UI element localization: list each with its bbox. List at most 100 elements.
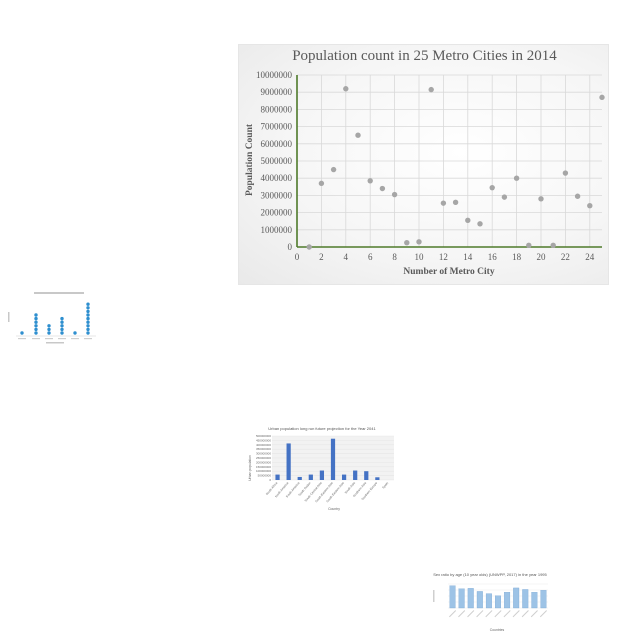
urban-bar (330, 438, 336, 480)
dot-mark (86, 306, 90, 310)
dot-stack-thumbnail (6, 290, 102, 348)
y-axis-title: Population Count (245, 123, 255, 196)
sex-ratio-bar (513, 587, 520, 609)
x-axis-title: Number of Metro City (403, 267, 494, 277)
dot-mark (86, 309, 90, 314)
urban-y-tick: 400000000 (256, 443, 271, 447)
urban-y-axis-title: Urban population (248, 455, 252, 481)
chart-title: Population count in 25 Metro Cities in 2… (292, 48, 557, 64)
urban-y-tick: 450000000 (256, 438, 271, 442)
x-tick-label: 8 (392, 252, 397, 262)
urban-bar (275, 474, 280, 480)
y-tick-label: 9000000 (261, 87, 293, 97)
data-point (404, 240, 410, 246)
dot-mark (86, 320, 90, 324)
sex-ratio-ylabel-placeholder (433, 590, 435, 602)
dot-mark (73, 331, 77, 335)
dot-mark (20, 331, 24, 335)
urban-y-tick: 50000000 (258, 474, 272, 478)
population-scatter-chart: Population count in 25 Metro Cities in 2… (238, 44, 609, 285)
urban-population-svg: Urban population long run future project… (248, 426, 394, 511)
sex-ratio-category-placeholder (458, 610, 466, 618)
sex-ratio-bar (476, 591, 483, 609)
sex-ratio-bar (495, 595, 501, 609)
urban-y-tick: 200000000 (256, 460, 271, 464)
data-point (428, 86, 434, 93)
x-tick-label: 14 (463, 252, 473, 262)
urban-chart-title: Urban population long run future project… (268, 426, 376, 431)
dot-mark (60, 324, 64, 328)
sex-ratio-bar (531, 592, 538, 609)
urban-y-tick: 150000000 (256, 465, 271, 469)
sex-ratio-svg: Sex ratio by age (10 year olds) (UNWPP, … (433, 572, 548, 632)
urban-y-tick: 300000000 (256, 452, 271, 456)
dot-category-placeholder (45, 338, 53, 340)
x-tick-label: 6 (368, 252, 373, 262)
sex-ratio-x-axis-title: Countries (490, 628, 505, 632)
dot-mark (47, 327, 51, 332)
sex-ratio-bar (540, 590, 547, 609)
dot-columns (8, 292, 96, 344)
dot-title-placeholder (34, 292, 84, 294)
data-point (452, 199, 459, 205)
data-point (489, 184, 495, 191)
scatter-plot-svg: Population count in 25 Metro Cities in 2… (245, 48, 605, 277)
dot-mark (60, 316, 64, 321)
sex-ratio-bar (485, 593, 492, 609)
sex-ratio-bar (449, 585, 456, 609)
y-tick-labels: 0 1000000 2000000 3000000 4000000 5000000 6000… (256, 70, 293, 252)
data-point (513, 175, 520, 181)
sex-ratio-category-placeholder (449, 610, 457, 618)
urban-bar (297, 476, 302, 480)
data-point (550, 242, 556, 248)
dot-xlabel-placeholder (46, 342, 64, 344)
y-tick-label: 3000000 (261, 190, 293, 200)
x-tick-label: 18 (512, 252, 522, 262)
data-point (416, 239, 422, 245)
y-tick-label: 7000000 (261, 122, 293, 132)
x-tick-label: 2 (319, 252, 324, 262)
dot-mark (60, 327, 64, 332)
sex-ratio-title: Sex ratio by age (10 year olds) (UNWPP, … (433, 572, 547, 577)
data-point (574, 193, 581, 199)
grid-lines (296, 74, 602, 248)
urban-bar (364, 471, 369, 480)
x-tick-labels: 0 2 4 6 8 10 12 14 16 18 20 22 24 (295, 252, 595, 262)
y-tick-label: 10000000 (256, 70, 293, 80)
dot-category-placeholder (84, 338, 92, 340)
sex-ratio-thumbnail: Sex ratio by age (10 year olds) (UNWPP, … (430, 568, 552, 634)
data-points (306, 86, 605, 250)
sex-ratio-bar (458, 588, 465, 609)
data-point (379, 185, 386, 192)
sex-ratio-category-placeholder (485, 610, 493, 618)
urban-x-axis-title: Country (328, 507, 340, 511)
data-point (526, 242, 532, 248)
x-tick-label: 22 (561, 252, 570, 262)
dot-ylabel-placeholder (8, 312, 10, 322)
dot-mark (86, 313, 90, 317)
dot-mark (86, 302, 90, 306)
data-point (318, 180, 325, 187)
dot-mark (34, 313, 38, 317)
data-point (587, 203, 593, 209)
dot-mark (47, 331, 51, 335)
x-tick-label: 10 (415, 252, 425, 262)
x-tick-label: 16 (488, 252, 498, 262)
urban-bar (319, 470, 325, 480)
x-tick-label: 12 (439, 252, 448, 262)
dot-mark (34, 324, 38, 328)
y-tick-label: 0 (288, 242, 293, 252)
data-point (355, 132, 361, 138)
urban-y-tick: 100000000 (256, 469, 271, 473)
sex-ratio-category-placeholder (512, 610, 520, 618)
dot-mark (34, 320, 38, 324)
dot-category-placeholder (18, 338, 26, 340)
data-point (538, 196, 544, 202)
urban-y-tick: 250000000 (256, 456, 271, 460)
x-tick-label: 4 (344, 252, 349, 262)
data-point (501, 194, 508, 200)
data-point (391, 191, 398, 198)
x-tick-label: 20 (537, 252, 547, 262)
x-tick-label: 24 (585, 252, 595, 262)
data-point (477, 221, 483, 227)
